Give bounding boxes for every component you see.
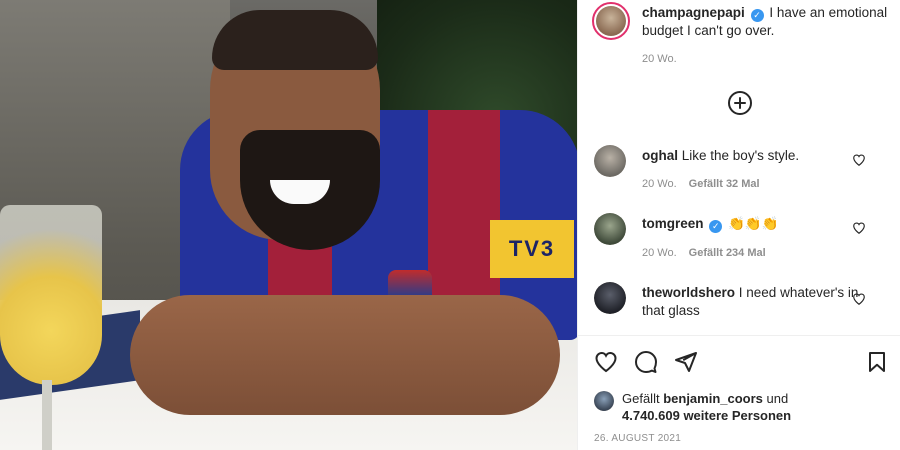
commenter-avatar[interactable]: [594, 213, 626, 245]
photo-glass-stem: [42, 380, 52, 450]
photo-arms: [130, 295, 560, 415]
first-liker-username[interactable]: benjamin_coors: [663, 391, 763, 406]
heart-icon[interactable]: [852, 221, 866, 235]
likes-connector: und: [766, 391, 789, 406]
comment-time-ago[interactable]: 20 Wo.: [642, 247, 677, 259]
liker-avatar[interactable]: [594, 391, 614, 411]
heart-icon[interactable]: [852, 292, 866, 306]
likes-summary-text: Gefällt benjamin_coors und 4.740.609 wei…: [622, 390, 791, 424]
heart-icon[interactable]: [852, 153, 866, 167]
load-more-comments-button[interactable]: [728, 91, 752, 115]
likes-prefix: Gefällt: [622, 391, 660, 406]
author-username[interactable]: champagnepapi: [642, 5, 745, 20]
caption-text-block: champagnepapi ✓ I have an emotional budg…: [642, 2, 892, 40]
post-side-panel: champagnepapi ✓ I have an emotional budg…: [577, 0, 900, 450]
bookmark-icon: [869, 352, 885, 372]
commenter-username[interactable]: oghal: [642, 148, 678, 163]
caption-time-ago[interactable]: 20 Wo.: [642, 53, 677, 65]
instagram-post: TV3 champagnepapi ✓ I have an emotional …: [0, 0, 900, 450]
post-caption: champagnepapi ✓ I have an emotional budg…: [592, 2, 892, 40]
post-action-bar: [594, 350, 889, 376]
plus-circle-icon: [734, 97, 746, 109]
actions-divider: [578, 335, 900, 336]
commenter-username[interactable]: tomgreen: [642, 216, 704, 231]
comment-text: 👏👏👏: [728, 216, 779, 231]
likes-summary: Gefällt benjamin_coors und 4.740.609 wei…: [594, 390, 894, 424]
commenter-username[interactable]: theworldshero: [642, 285, 735, 300]
comment-body: tomgreen ✓ 👏👏👏: [642, 215, 867, 233]
verified-badge-icon: ✓: [709, 220, 723, 233]
comment-time-ago[interactable]: 20 Wo.: [642, 178, 677, 190]
photo-person: TV3: [130, 10, 577, 450]
share-button[interactable]: [674, 350, 698, 374]
comment-like-count[interactable]: Gefällt 32 Mal: [689, 178, 760, 190]
author-avatar[interactable]: [592, 2, 630, 40]
post-photo[interactable]: TV3: [0, 0, 577, 450]
jersey-sponsor-badge: TV3: [490, 220, 574, 278]
save-button[interactable]: [865, 350, 889, 374]
send-icon: [675, 352, 697, 372]
photo-hair: [212, 10, 378, 70]
comment-like-count[interactable]: Gefällt 234 Mal: [689, 247, 766, 259]
comment-body: oghal Like the boy's style.: [642, 147, 867, 165]
photo-glass: [0, 205, 102, 385]
comment-icon: [635, 351, 657, 373]
like-button[interactable]: [594, 350, 618, 374]
comment-meta: 20 Wo. Gefällt 32 Mal: [642, 178, 760, 190]
other-likers-link[interactable]: 4.740.609 weitere Personen: [622, 408, 791, 423]
commenter-avatar[interactable]: [594, 145, 626, 177]
verified-badge-icon: ✓: [750, 9, 764, 22]
heart-icon: [595, 351, 617, 373]
comment-text: Like the boy's style.: [681, 148, 800, 163]
commenter-avatar[interactable]: [594, 282, 626, 314]
comment-body: theworldshero I need whatever's in that …: [642, 284, 867, 320]
comment-button[interactable]: [634, 350, 658, 374]
comment-meta: 20 Wo. Gefällt 234 Mal: [642, 247, 766, 259]
post-date[interactable]: 26. AUGUST 2021: [594, 433, 681, 444]
